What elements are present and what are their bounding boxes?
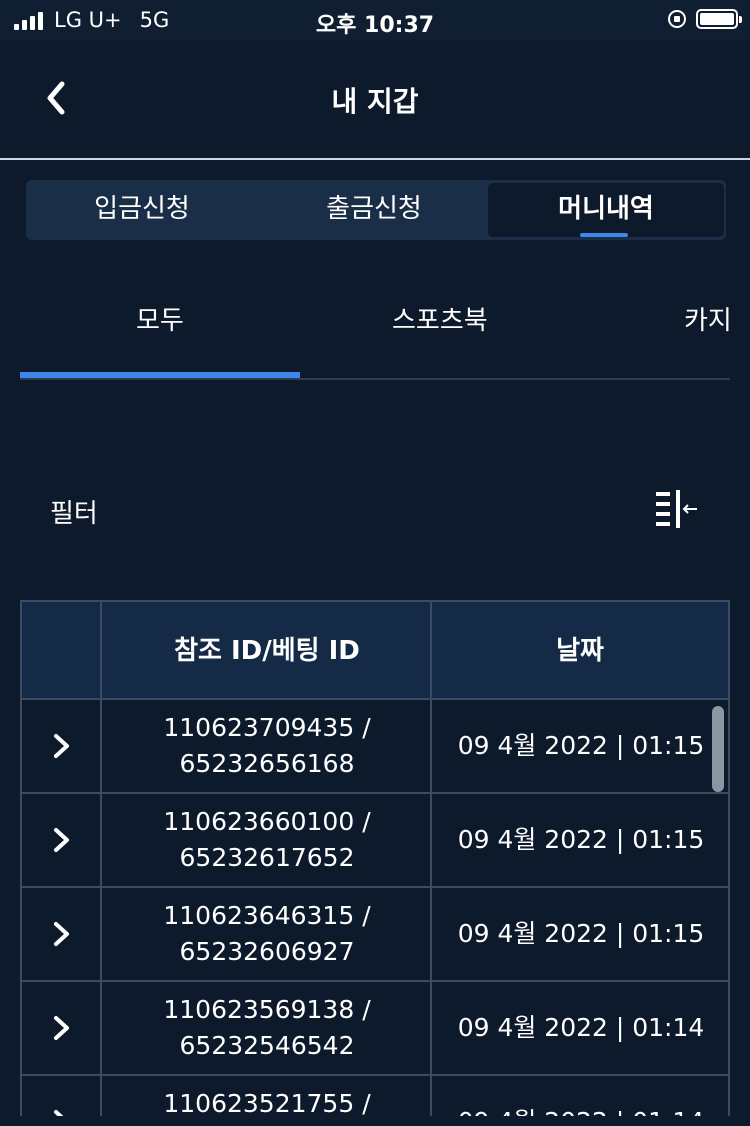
ref-id: 110623521755 / (163, 1089, 371, 1116)
chevron-right-icon[interactable] (50, 732, 74, 760)
status-right (668, 9, 742, 29)
ref-cell: 110623660100 / 65232617652 (102, 804, 432, 876)
active-tab-indicator (580, 233, 628, 237)
page-title: 내 지갑 (331, 85, 419, 118)
table-scrollbar[interactable] (712, 706, 724, 792)
chevron-right-icon[interactable] (50, 1014, 74, 1042)
chevron-right-icon[interactable] (50, 920, 74, 948)
status-bar: LG U+ 5G 오후 10:37 (0, 0, 750, 40)
app-header: 내 지갑 (0, 40, 750, 160)
table-row[interactable]: 110623660100 / 65232617652 09 4월 2022 | … (22, 794, 728, 888)
ref-id: 110623709435 / (163, 713, 371, 742)
bet-id: 65232546542 (179, 1031, 355, 1060)
date-cell: 09 4월 2022 | 01:15 (457, 919, 705, 948)
table-row[interactable]: 110623569138 / 65232546542 09 4월 2022 | … (22, 982, 728, 1076)
category-tab-casino[interactable]: 카지 (684, 300, 732, 337)
date-cell: 09 4월 2022 | 01:14 (457, 1013, 705, 1042)
filter-collapse-glyph (656, 490, 697, 528)
table-header-date: 날짜 (556, 636, 604, 666)
ref-cell: 110623521755 / (102, 1086, 432, 1116)
column-divider (100, 600, 102, 1116)
orientation-lock-icon (668, 10, 686, 28)
bet-id: 65232606927 (179, 937, 355, 966)
category-tab-all[interactable]: 모두 (136, 300, 184, 337)
table-header: 참조 ID/베팅 ID 날짜 (22, 600, 728, 700)
tab-money-history-label: 머니내역 (558, 194, 654, 224)
category-active-indicator (20, 372, 300, 378)
table-header-ref-id: 참조 ID/베팅 ID (174, 636, 360, 666)
date-cell: 09 4월 2022 | 01:15 (457, 731, 705, 760)
tab-withdraw-request[interactable]: 출금신청 (258, 180, 490, 240)
table-row[interactable]: 110623521755 / 09 4월 2022 | 01:14 (22, 1076, 728, 1116)
table-header-expand (22, 602, 102, 700)
ref-cell: 110623709435 / 65232656168 (102, 710, 432, 782)
date-cell: 09 4월 2022 | 01:15 (457, 825, 705, 854)
ref-id: 110623569138 / (163, 995, 371, 1024)
status-time: 오후 10:37 (315, 13, 435, 38)
chevron-right-icon[interactable] (50, 1108, 74, 1116)
table-row[interactable]: 110623709435 / 65232656168 09 4월 2022 | … (22, 700, 728, 794)
battery-icon (696, 9, 742, 29)
filter-label: 필터 (50, 499, 98, 529)
ref-id: 110623646315 / (163, 901, 371, 930)
wallet-tabs: 입금신청 출금신청 머니내역 (26, 180, 726, 240)
tab-money-history[interactable]: 머니내역 (488, 183, 724, 237)
ref-cell: 110623569138 / 65232546542 (102, 992, 432, 1064)
money-history-table: 참조 ID/베팅 ID 날짜 110623709435 / 6523265616… (20, 600, 730, 1116)
chevron-right-icon[interactable] (50, 826, 74, 854)
tab-deposit-request[interactable]: 입금신청 (26, 180, 258, 240)
bet-id: 65232617652 (179, 843, 355, 872)
ref-id: 110623660100 / (163, 807, 371, 836)
ref-cell: 110623646315 / 65232606927 (102, 898, 432, 970)
filter-collapse-icon[interactable] (652, 490, 700, 530)
category-tab-sportsbook[interactable]: 스포츠북 (392, 300, 488, 337)
bet-id: 65232656168 (179, 749, 355, 778)
table-row[interactable]: 110623646315 / 65232606927 09 4월 2022 | … (22, 888, 728, 982)
category-tabs-divider (20, 378, 730, 380)
date-cell: 09 4월 2022 | 01:14 (434, 1076, 728, 1116)
column-divider (430, 600, 432, 1116)
